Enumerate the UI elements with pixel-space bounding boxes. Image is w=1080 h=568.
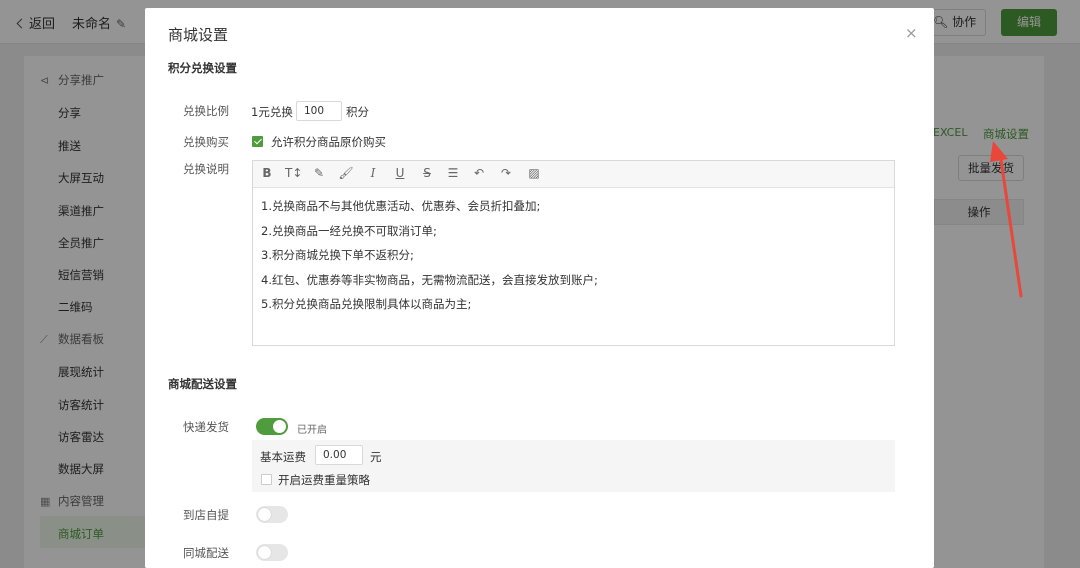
weight-policy-checkbox[interactable]: [261, 474, 272, 485]
city-delivery-label: 同城配送: [183, 546, 229, 560]
strikethrough-icon[interactable]: S: [419, 166, 435, 180]
purchase-label: 兑换购买: [183, 135, 229, 149]
underline-icon[interactable]: U: [392, 166, 408, 180]
italic-icon[interactable]: I: [365, 166, 381, 180]
brush-icon[interactable]: 🖌︎: [338, 166, 354, 180]
base-fee-unit: 元: [370, 450, 382, 464]
editor-toolbar: B T↕ ✎ 🖌︎ I U S ☰ ↶ ↷ ▨: [253, 161, 894, 188]
description-line: 1.兑换商品不与其他优惠活动、优惠券、会员折扣叠加;: [261, 199, 541, 213]
base-fee-label: 基本运费: [260, 450, 306, 464]
description-line: 4.红包、优惠券等非实物商品，无需物流配送，会直接发放到账户;: [261, 273, 598, 287]
description-line: 2.兑换商品一经兑换不可取消订单;: [261, 224, 437, 238]
description-label: 兑换说明: [183, 162, 229, 176]
allow-original-price-label[interactable]: 允许积分商品原价购买: [271, 134, 386, 150]
express-toggle[interactable]: [256, 418, 288, 435]
pickup-label: 到店自提: [183, 508, 229, 522]
ratio-suffix: 积分: [346, 105, 369, 119]
close-icon[interactable]: ×: [905, 24, 918, 42]
image-icon[interactable]: ▨: [526, 166, 542, 180]
ratio-prefix: 1元兑换: [251, 105, 293, 119]
text-size-icon[interactable]: T↕: [285, 166, 302, 180]
delivery-section-title: 商城配送设置: [168, 377, 237, 391]
shop-settings-modal: 商城设置 × 积分兑换设置 兑换比例 1元兑换 100 积分 兑换购买 允许积分…: [145, 8, 934, 568]
bold-icon[interactable]: B: [259, 166, 275, 180]
city-delivery-toggle[interactable]: [256, 544, 288, 561]
redo-icon[interactable]: ↷: [498, 166, 514, 180]
arrow-head: [990, 141, 1008, 162]
express-settings-panel: 基本运费 0.00 元 开启运费重量策略: [252, 440, 895, 492]
pen-icon[interactable]: ✎: [311, 166, 327, 180]
arrow-shaft: [998, 151, 1023, 298]
modal-title: 商城设置: [168, 26, 229, 44]
description-line: 5.积分兑换商品兑换限制具体以商品为主;: [261, 297, 472, 311]
exchange-section-title: 积分兑换设置: [168, 61, 237, 75]
rich-text-editor[interactable]: B T↕ ✎ 🖌︎ I U S ☰ ↶ ↷ ▨ 1.兑换商品不与其他优惠活动、优…: [252, 160, 895, 346]
express-status: 已开启: [297, 425, 327, 436]
align-icon[interactable]: ☰: [445, 166, 461, 180]
ratio-label: 兑换比例: [183, 104, 229, 118]
ratio-input[interactable]: 100: [296, 101, 342, 121]
base-fee-input[interactable]: 0.00: [315, 445, 363, 465]
undo-icon[interactable]: ↶: [471, 166, 487, 180]
express-label: 快递发货: [183, 420, 229, 434]
weight-policy-label[interactable]: 开启运费重量策略: [278, 472, 370, 488]
pickup-toggle[interactable]: [256, 506, 288, 523]
description-line: 3.积分商城兑换下单不返积分;: [261, 248, 414, 262]
allow-original-price-checkbox[interactable]: [252, 136, 263, 147]
